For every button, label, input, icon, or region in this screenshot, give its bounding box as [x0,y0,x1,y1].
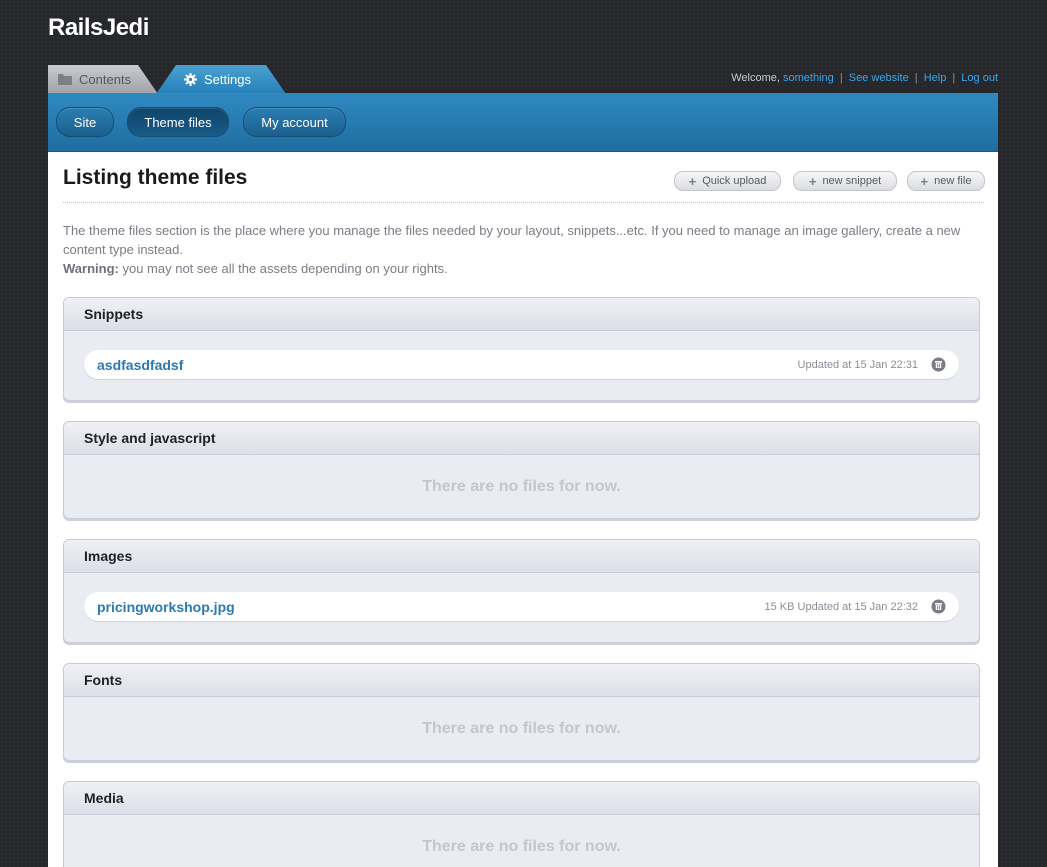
section-title: Media [64,782,979,815]
tab-contents[interactable]: Contents [48,65,158,94]
header-divider [63,202,984,203]
file-meta: Updated at 15 Jan 22:31 [797,358,918,371]
section-title: Snippets [64,298,979,331]
section-style-javascript: Style and javascript There are no files … [63,421,980,519]
section-media: Media There are no files for now. [63,781,980,867]
gear-icon [184,73,197,86]
logout-link[interactable]: Log out [961,72,998,84]
plus-icon: + [688,173,697,189]
section-snippets: Snippets asdfasdfadsf Updated at 15 Jan … [63,297,980,401]
user-nav: Welcome, something | See website | Help … [731,72,998,84]
section-title: Fonts [64,664,979,697]
subnav-item-my-account[interactable]: My account [243,107,346,137]
separator: | [952,72,956,84]
warning-text: you may not see all the assets depending… [122,261,448,276]
empty-message: There are no files for now. [422,838,621,855]
page-description: The theme files section is the place whe… [63,221,983,278]
new-file-button[interactable]: + new file [907,171,985,191]
username-link[interactable]: something [783,72,834,84]
empty-message: There are no files for now. [422,478,621,495]
section-title: Style and javascript [64,422,979,455]
trash-icon[interactable] [931,599,946,614]
tab-contents-label: Contents [79,72,132,87]
quick-upload-label: Quick upload [702,175,767,187]
new-file-label: new file [934,175,972,187]
help-link[interactable]: Help [924,72,947,84]
tab-settings[interactable]: Settings [156,65,286,94]
main-content: Listing theme files + Quick upload + new… [48,152,998,867]
page-title: Listing theme files [63,166,248,189]
tab-settings-label: Settings [204,72,251,87]
new-snippet-button[interactable]: + new snippet [793,171,897,191]
subnav-bar: Site Theme files My account [48,93,998,152]
plus-icon: + [808,173,817,189]
subnav-item-site[interactable]: Site [56,107,114,137]
subnav-item-theme-files[interactable]: Theme files [127,107,229,137]
file-link[interactable]: pricingworkshop.jpg [97,599,764,615]
description-text: The theme files section is the place whe… [63,223,961,257]
warning-label: Warning: [63,261,119,276]
new-snippet-label: new snippet [822,175,882,187]
separator: | [914,72,918,84]
quick-upload-button[interactable]: + Quick upload [674,171,781,191]
empty-message: There are no files for now. [422,720,621,737]
welcome-text: Welcome, [731,72,780,84]
file-meta: 15 KB Updated at 15 Jan 22:32 [764,600,918,613]
app-title: RailsJedi [48,14,149,41]
trash-icon[interactable] [931,357,946,372]
separator: | [839,72,843,84]
section-fonts: Fonts There are no files for now. [63,663,980,761]
list-item: pricingworkshop.jpg 15 KB Updated at 15 … [84,592,959,621]
plus-icon: + [920,173,929,189]
section-title: Images [64,540,979,573]
file-link[interactable]: asdfasdfadsf [97,357,798,373]
see-website-link[interactable]: See website [849,72,909,84]
section-images: Images pricingworkshop.jpg 15 KB Updated… [63,539,980,643]
list-item: asdfasdfadsf Updated at 15 Jan 22:31 [84,350,959,379]
folder-icon [58,74,72,85]
